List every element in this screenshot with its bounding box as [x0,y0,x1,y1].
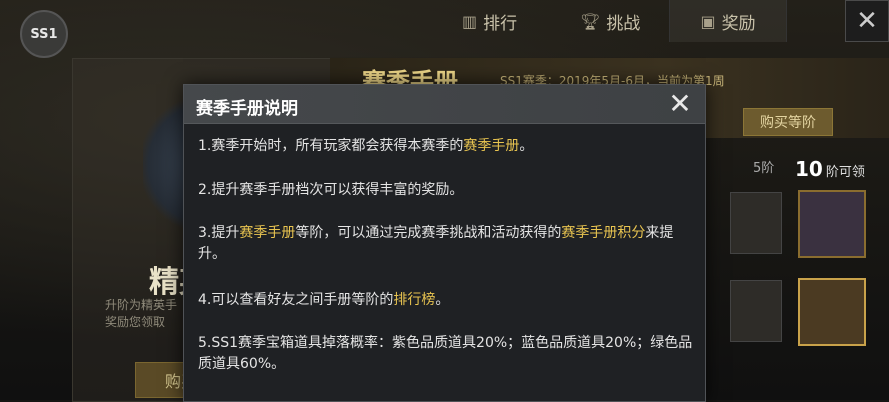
reward-slot[interactable] [798,278,866,346]
gift-icon: ▣ [700,11,716,31]
rule-text: 。 [435,292,450,308]
rule-item-1: 1.赛季开始时，所有玩家都会获得本赛季的赛季手册。 [198,136,533,157]
rule-text: 3.提升 [198,225,240,241]
rule-text: 等阶，可以通过完成赛季挑战和活动获得的 [295,225,562,241]
tab-rank-label: 排行 [483,13,518,34]
tier-10-label: 10 阶可领 [795,157,865,181]
tab-challenge[interactable]: 🏆︎ 挑战 [580,0,670,42]
buy-levels-button[interactable]: 购买等阶 [743,108,833,136]
tier-10-text: 阶可领 [825,165,865,180]
rule-item-2: 2.提升赛季手册档次可以获得丰富的奖励。 [198,182,464,198]
season-pass-info-dialog: 赛季手册说明 ✕ 1.赛季开始时，所有玩家都会获得本赛季的赛季手册。 2.提升赛… [183,84,706,402]
close-icon[interactable]: ✕ [845,0,889,42]
tab-rank[interactable]: ▥ 排行 [462,0,572,42]
tier-10-number: 10 [795,157,823,181]
rule-highlight: 赛季手册 [463,138,520,154]
leaderboard-link[interactable]: 排行榜 [393,292,435,308]
tier-5-label: 5阶 [753,161,775,176]
dialog-title: 赛季手册说明 [196,99,298,119]
rule-text: 4.可以查看好友之间手册等阶的 [198,292,394,308]
trophy-icon: 🏆︎ [580,11,601,31]
reward-slot[interactable] [730,280,782,342]
rule-text: 。 [519,138,534,154]
reward-slot[interactable] [798,190,866,258]
reward-slot[interactable] [730,192,782,254]
rule-highlight: 赛季手册积分 [561,225,646,241]
rule-highlight: 赛季手册 [239,225,296,241]
top-navigation: SS1 ▥ 排行 🏆︎ 挑战 ▣ 奖励 ✕ [0,0,889,58]
bar-chart-icon: ▥ [462,11,478,31]
tab-challenge-label: 挑战 [606,13,641,34]
rule-item-4: 4.可以查看好友之间手册等阶的排行榜。 [198,290,449,311]
tab-reward[interactable]: ▣ 奖励 [669,0,787,42]
rule-text: 1.赛季开始时，所有玩家都会获得本赛季的 [198,138,464,154]
rule-item-3: 3.提升赛季手册等阶，可以通过完成赛季挑战和活动获得的赛季手册积分来提升。 [198,223,693,265]
tab-reward-label: 奖励 [721,13,756,34]
dialog-header: 赛季手册说明 ✕ [184,85,705,124]
rule-item-5: 5.SS1赛季宝箱道具掉落概率：紫色品质道具20%；蓝色品质道具20%；绿色品质… [198,335,693,372]
season-badge[interactable]: SS1 [20,10,68,58]
dialog-close-icon[interactable]: ✕ [665,89,695,119]
